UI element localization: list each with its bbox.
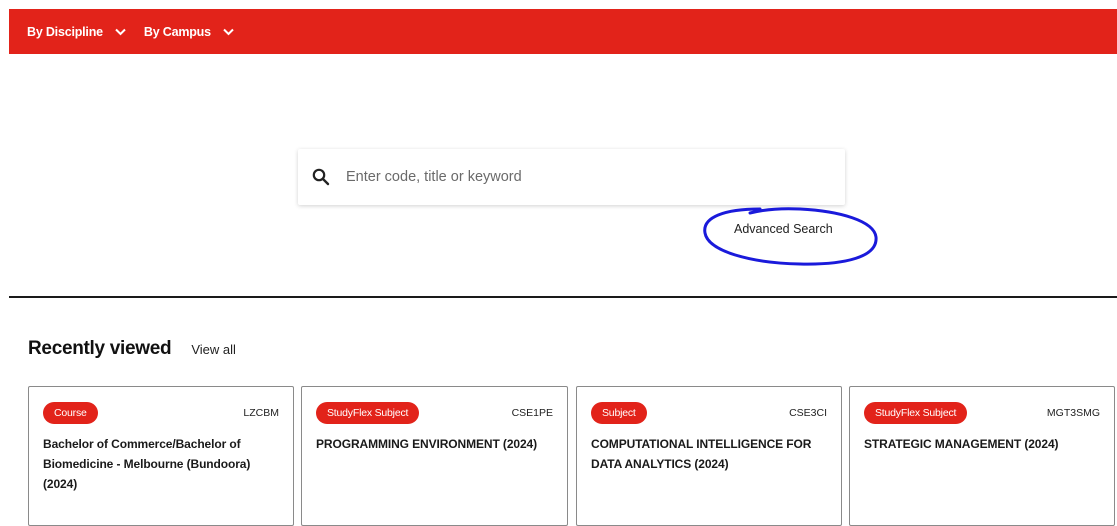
card-type-badge: StudyFlex Subject [864,402,968,424]
card-code: LZCBM [243,407,279,419]
top-nav-bar: By Discipline By Campus [9,9,1117,54]
chevron-down-icon [115,28,126,36]
advanced-search-link[interactable]: Advanced Search [734,222,833,236]
chevron-down-icon [223,28,234,36]
recent-card-4[interactable]: StudyFlex Subject MGT3SMG STRATEGIC MANA… [849,386,1115,526]
recently-viewed-title: Recently viewed [28,338,172,359]
recent-card-2[interactable]: StudyFlex Subject CSE1PE PROGRAMMING ENV… [301,386,568,526]
nav-by-discipline-label: By Discipline [27,24,103,39]
search-box[interactable] [298,149,845,205]
recently-viewed-header: Recently viewed View all [28,338,236,360]
card-code: CSE1PE [511,407,553,419]
recent-card-1[interactable]: Course LZCBM Bachelor of Commerce/Bachel… [28,386,294,526]
card-code: CSE3CI [789,407,827,419]
section-divider [9,296,1117,298]
card-type-badge: StudyFlex Subject [316,402,420,424]
nav-by-campus-label: By Campus [143,24,211,39]
card-type-badge: Course [43,402,98,424]
search-icon [312,168,330,186]
card-title: STRATEGIC MANAGEMENT (2024) [864,437,1059,451]
card-code: MGT3SMG [1046,407,1100,419]
card-title: Bachelor of Commerce/Bachelor of Biomedi… [43,437,251,491]
recent-card-3[interactable]: Subject CSE3CI COMPUTATIONAL INTELLIGENC… [576,386,842,526]
nav-by-campus[interactable]: By Campus [144,25,234,39]
view-all-link[interactable]: View all [191,342,236,357]
card-type-badge: Subject [591,402,647,424]
nav-by-discipline[interactable]: By Discipline [27,25,126,39]
card-title: COMPUTATIONAL INTELLIGENCE FOR DATA ANAL… [591,437,812,471]
search-section [9,54,1117,296]
search-input[interactable] [346,169,806,185]
card-title: PROGRAMMING ENVIRONMENT (2024) [316,437,538,451]
